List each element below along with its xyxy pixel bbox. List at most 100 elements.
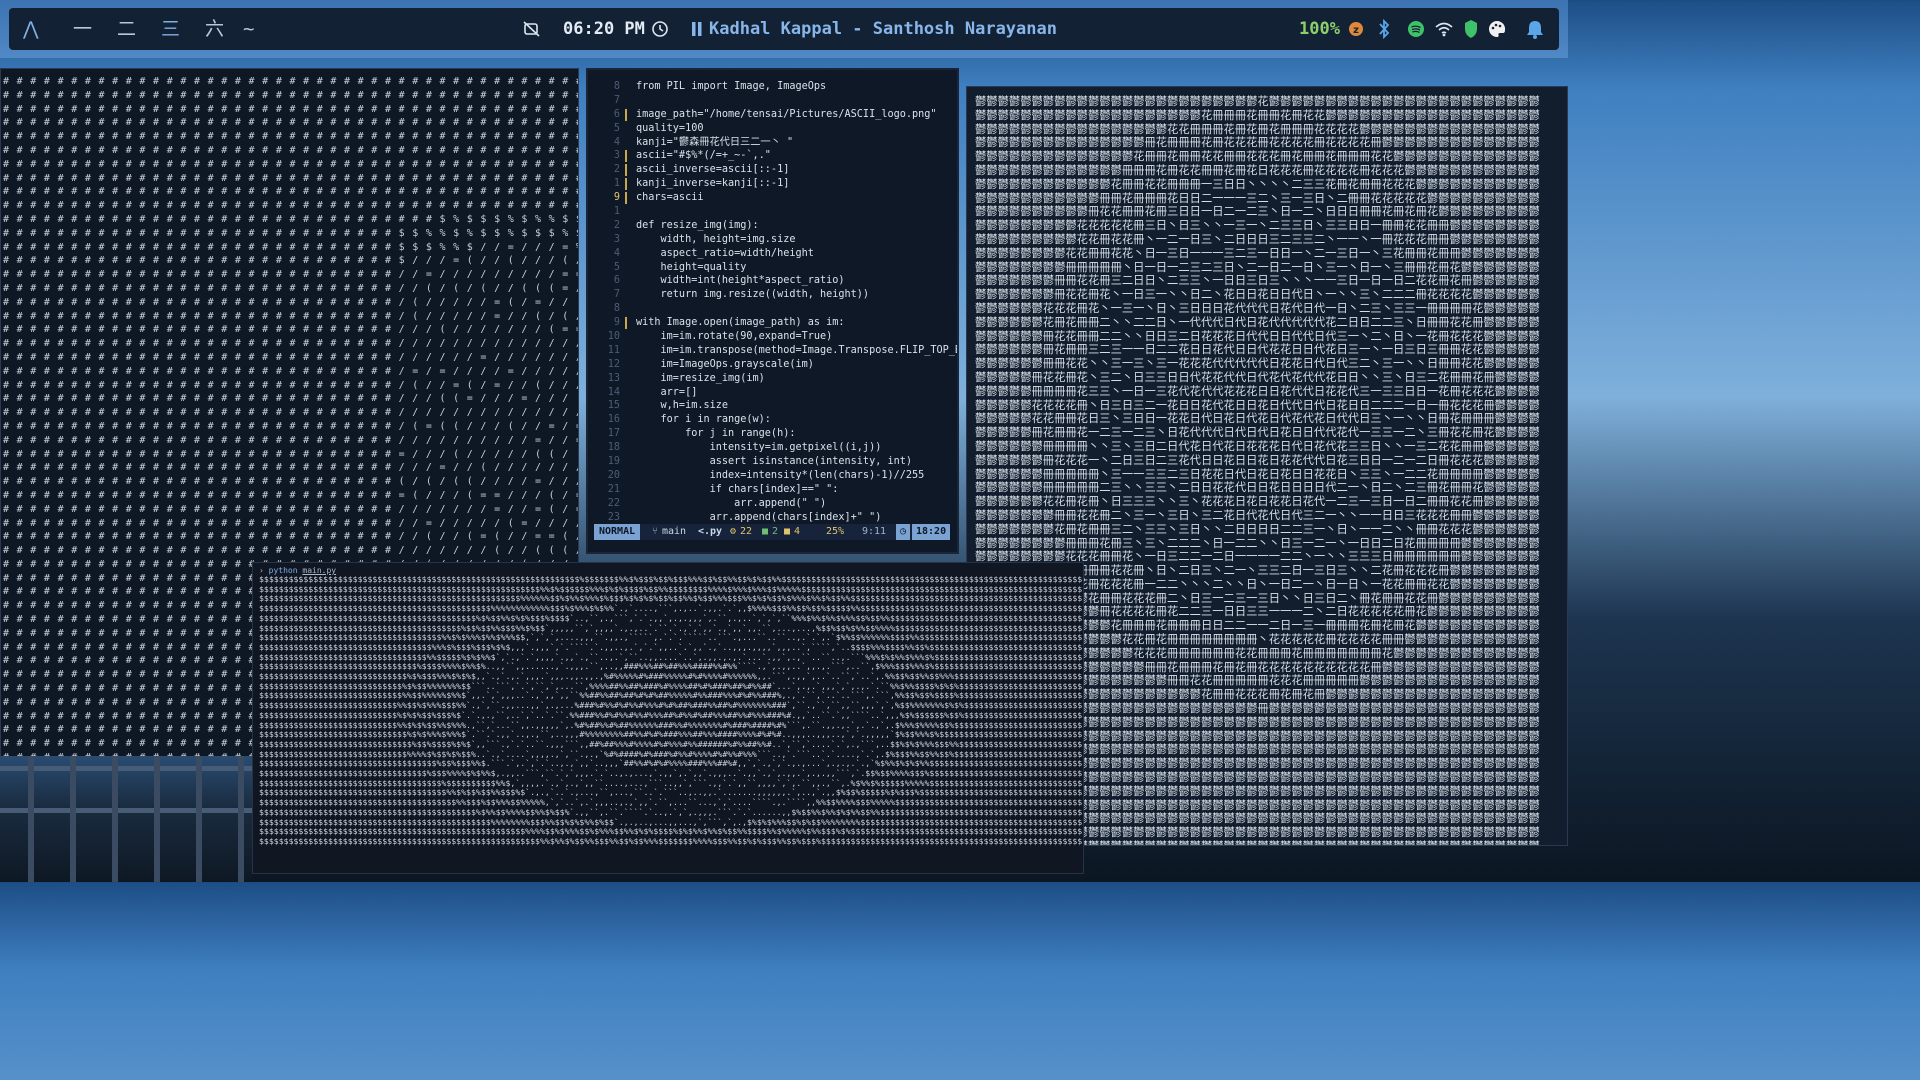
code-line[interactable]: 21 if chars[index]==" ": xyxy=(588,483,953,497)
workspace-1-button[interactable]: 一 xyxy=(73,8,92,50)
line-number: 17 xyxy=(607,428,620,440)
code-line[interactable]: 6 image_path="/home/tensai/Pictures/ASCII… xyxy=(588,108,953,122)
battery-percent: 100% xyxy=(1299,19,1340,39)
line-text: width, height=img.size xyxy=(636,233,796,245)
code-line[interactable]: 8 xyxy=(588,302,953,316)
code-line[interactable]: 1 xyxy=(588,205,953,219)
line-number: 7 xyxy=(613,289,620,301)
line-text: intensity=im.getpixel((i,j)) xyxy=(636,442,882,454)
line-text: with Image.open(image_path) as im: xyxy=(636,317,845,329)
workspace-3-button[interactable]: 三 xyxy=(161,8,180,50)
code-line[interactable]: 5 height=quality xyxy=(588,261,953,275)
battery-badge-icon: z xyxy=(1349,22,1363,36)
git-change-marker xyxy=(625,317,627,330)
git-change-marker xyxy=(625,192,627,205)
diag-count-a: 2 xyxy=(772,526,779,537)
code-line[interactable]: 12 im=ImageOps.grayscale(im) xyxy=(588,358,953,372)
code-line[interactable]: 7 xyxy=(588,94,953,108)
line-text: ascii="#$%*(/=+_~-`,." xyxy=(636,150,771,162)
git-change-marker xyxy=(625,164,627,177)
line-number: 8 xyxy=(613,303,620,315)
diag-warnings: 22 xyxy=(740,526,753,537)
code-line[interactable]: 15 w,h=im.size xyxy=(588,399,953,413)
code-line[interactable]: 10 im=im.rotate(90,expand=True) xyxy=(588,330,953,344)
line-number: 16 xyxy=(607,414,620,426)
line-text: aspect_ratio=width/height xyxy=(636,247,814,259)
code-line[interactable]: 9 with Image.open(image_path) as im: xyxy=(588,316,953,330)
code-line[interactable]: 16 for i in range(w): xyxy=(588,413,953,427)
code-line[interactable]: 14 arr=[] xyxy=(588,386,953,400)
code-line[interactable]: 5 quality=100 xyxy=(588,122,953,136)
line-text: chars=ascii xyxy=(636,192,704,204)
line-text: arr.append(" ") xyxy=(636,497,827,509)
bluetooth-icon[interactable] xyxy=(1377,19,1391,39)
palette-icon[interactable] xyxy=(1488,20,1506,38)
code-line[interactable]: 4 kanji="鬱森冊花代日三二一丶 " xyxy=(588,136,953,150)
line-text: arr.append(chars[index]+" ") xyxy=(636,511,882,523)
pause-icon[interactable] xyxy=(691,21,703,37)
diag-count-b: 4 xyxy=(794,526,801,537)
line-text: def resize_img(img): xyxy=(636,219,759,231)
workspace-scratch-button[interactable]: ~ xyxy=(243,8,254,50)
wallpaper-fence xyxy=(0,756,252,882)
statusline-clock-icon: ◷ xyxy=(896,524,911,540)
workspace-2-button[interactable]: 二 xyxy=(117,8,136,50)
line-number: 21 xyxy=(607,483,620,495)
notification-off-icon[interactable] xyxy=(523,20,541,38)
code-line[interactable]: 22 arr.append(" ") xyxy=(588,497,953,511)
code-line[interactable]: 19 assert isinstance(intensity, int) xyxy=(588,455,953,469)
line-text: im=im.transpose(method=Image.Transpose.F… xyxy=(636,344,959,356)
code-line[interactable]: 18 intensity=im.getpixel((i,j)) xyxy=(588,441,953,455)
code-line[interactable]: 13 im=resize_img(im) xyxy=(588,372,953,386)
line-number: 2 xyxy=(613,219,620,231)
line-number: 2 xyxy=(613,164,620,176)
line-number: 3 xyxy=(613,233,620,245)
code-line[interactable]: 1 kanji_inverse=kanji[::-1] xyxy=(588,177,953,191)
code-buffer[interactable]: 8 from PIL import Image, ImageOps 7 6 image_… xyxy=(588,80,957,525)
code-line[interactable]: 2 ascii_inverse=ascii[::-1] xyxy=(588,163,953,177)
code-line[interactable]: 9 chars=ascii xyxy=(588,191,953,205)
terminal-window[interactable]: › python main.py $$$$$$$$$$$$$$$$$$$$$$$… xyxy=(252,562,1084,874)
code-line[interactable]: 20 index=intensity*(len(chars)-1)//255 xyxy=(588,469,953,483)
now-playing-title[interactable]: Kadhal Kappal - Santhosh Narayanan xyxy=(709,8,1057,50)
code-line[interactable]: 4 aspect_ratio=width/height xyxy=(588,247,953,261)
bell-icon[interactable] xyxy=(1526,19,1544,39)
code-line[interactable]: 3 width, height=img.size xyxy=(588,233,953,247)
arch-logo-icon[interactable]: ⋀ xyxy=(23,8,39,50)
shield-icon[interactable] xyxy=(1464,19,1478,39)
git-branch-icon: ⑂ xyxy=(652,526,658,537)
line-number: 9 xyxy=(613,317,620,329)
line-text: return img.resize((width, height)) xyxy=(636,289,870,301)
line-text: im=resize_img(im) xyxy=(636,372,765,384)
line-text: for j in range(h): xyxy=(636,428,796,440)
code-line[interactable]: 8 from PIL import Image, ImageOps xyxy=(588,80,953,94)
clock-icon xyxy=(652,21,668,37)
line-number: 5 xyxy=(613,261,620,273)
workspace-6-button[interactable]: 六 xyxy=(205,8,224,50)
code-line[interactable]: 11 im=im.transpose(method=Image.Transpos… xyxy=(588,344,957,358)
line-text: height=quality xyxy=(636,261,747,273)
status-bar: ⋀ 一 二 三 六 ~ 06:20 PM Kadhal Kappal - San… xyxy=(9,8,1559,50)
line-text: width=int(height*aspect_ratio) xyxy=(636,275,845,287)
code-line[interactable]: 3 ascii="#$%*(/=+_~-`,." xyxy=(588,149,953,163)
line-text: kanji="鬱森冊花代日三二一丶 " xyxy=(636,136,794,148)
line-number: 3 xyxy=(613,150,620,162)
line-text: ascii_inverse=ascii[::-1] xyxy=(636,164,790,176)
code-line[interactable]: 17 for j in range(h): xyxy=(588,427,953,441)
code-line[interactable]: 7 return img.resize((width, height)) xyxy=(588,288,953,302)
git-change-marker xyxy=(625,108,627,121)
clock-time[interactable]: 06:20 PM xyxy=(563,8,645,50)
line-number: 23 xyxy=(607,511,620,523)
svg-text:z: z xyxy=(1353,25,1359,36)
code-line[interactable]: 6 width=int(height*aspect_ratio) xyxy=(588,274,953,288)
line-text: if chars[index]==" ": xyxy=(636,483,839,495)
neovim-editor-window[interactable]: 8 from PIL import Image, ImageOps 7 6 image_… xyxy=(586,68,959,554)
wifi-icon[interactable] xyxy=(1435,21,1453,37)
line-number: 18 xyxy=(607,442,620,454)
spotify-icon[interactable] xyxy=(1407,20,1425,38)
line-number: 19 xyxy=(607,456,620,468)
code-line[interactable]: 2 def resize_img(img): xyxy=(588,219,953,233)
line-number: 11 xyxy=(607,344,620,356)
vim-mode: NORMAL xyxy=(594,524,641,540)
code-line[interactable]: 23 arr.append(chars[index]+" ") xyxy=(588,511,953,525)
